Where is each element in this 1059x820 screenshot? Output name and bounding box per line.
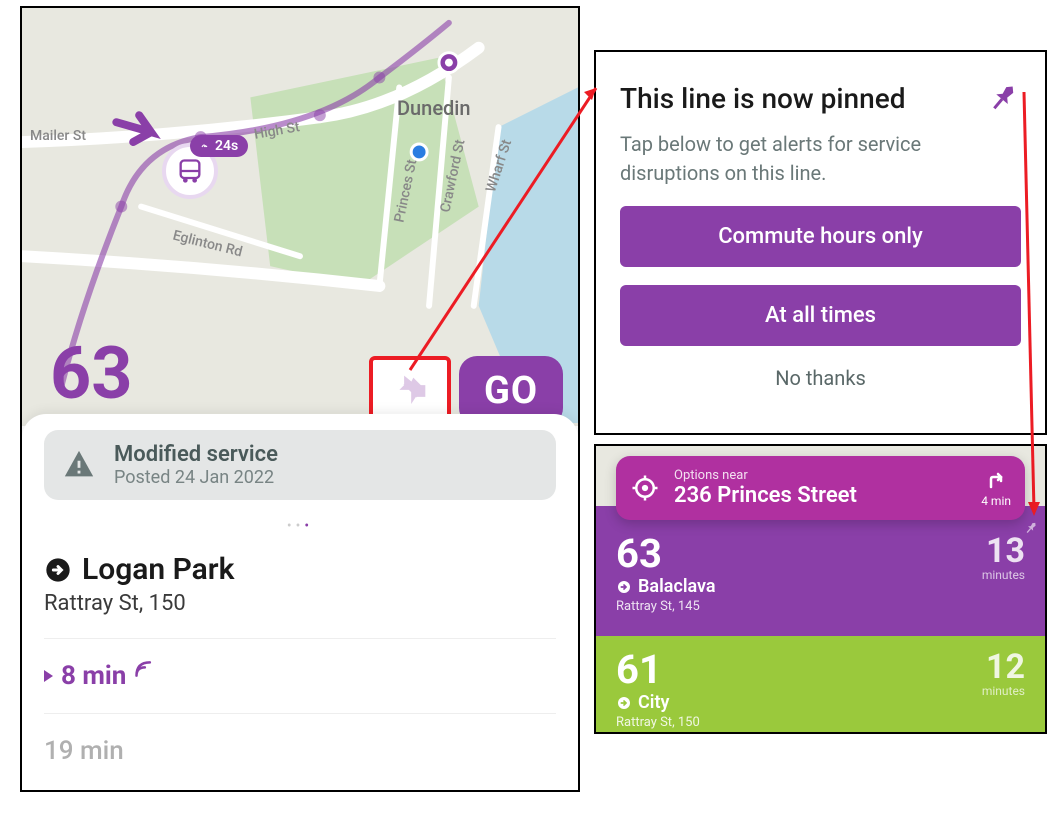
map-area-label: Dunedin xyxy=(397,96,471,120)
line-eta-unit: minutes xyxy=(982,684,1025,698)
transit-line-screen: Dunedin Mailer St High St Eglinton Rd Pr… xyxy=(20,6,580,792)
line-card-63[interactable]: 63 Balaclava Rattray St, 145 13 minutes xyxy=(596,506,1045,636)
crosshair-icon xyxy=(630,473,660,503)
line-number: 63 xyxy=(616,534,716,574)
line-stop: Rattray St, 150 xyxy=(616,715,700,730)
pinned-confirmation-dialog: This line is now pinned Tap below to get… xyxy=(594,50,1047,435)
destination-stop: Rattray St, 150 xyxy=(44,591,556,616)
pin-icon xyxy=(1023,520,1039,536)
arrow-circle-icon xyxy=(616,579,632,595)
map[interactable]: Dunedin Mailer St High St Eglinton Rd Pr… xyxy=(22,8,578,426)
dialog-title: This line is now pinned xyxy=(620,82,905,115)
no-thanks-link[interactable]: No thanks xyxy=(620,366,1021,390)
destination-row: Logan Park xyxy=(44,552,556,587)
warning-icon xyxy=(62,448,96,482)
divider xyxy=(44,713,556,714)
walk-time: 4 min xyxy=(981,468,1011,508)
all-times-button[interactable]: At all times xyxy=(620,285,1021,346)
alert-posted: Posted 24 Jan 2022 xyxy=(114,467,278,488)
destination-name: Logan Park xyxy=(82,552,234,587)
dialog-subtitle: Tap below to get alerts for service disr… xyxy=(620,130,1021,188)
line-destination: Balaclava xyxy=(616,576,716,597)
live-signal-icon xyxy=(134,659,154,679)
line-eta: 13 xyxy=(982,534,1025,568)
line-number: 61 xyxy=(616,650,700,690)
location-search-bar[interactable]: Options near 236 Princes Street 4 min xyxy=(616,456,1025,520)
bus-eta-badge: 24s xyxy=(190,135,248,157)
caret-icon xyxy=(44,670,53,682)
bus-marker[interactable]: 24s xyxy=(162,143,218,199)
divider xyxy=(44,638,556,639)
service-alert-banner[interactable]: Modified service Posted 24 Jan 2022 xyxy=(44,430,556,500)
arrival-next[interactable]: 8 min xyxy=(44,661,556,691)
commute-hours-button[interactable]: Commute hours only xyxy=(620,206,1021,267)
alert-title: Modified service xyxy=(114,442,278,467)
nearby-lines-screen: 63 Balaclava Rattray St, 145 13 minutes … xyxy=(594,444,1047,734)
search-label: Options near xyxy=(674,468,967,483)
line-stop: Rattray St, 145 xyxy=(616,599,716,614)
arrival-after[interactable]: 19 min xyxy=(44,736,556,766)
pin-icon xyxy=(985,80,1021,116)
arrow-circle-icon xyxy=(44,556,72,584)
line-card-61[interactable]: 61 City Rattray St, 150 12 minutes xyxy=(596,636,1045,732)
arrow-circle-icon xyxy=(616,695,632,711)
line-number: 63 xyxy=(50,331,133,416)
line-eta: 12 xyxy=(982,650,1025,684)
search-value: 236 Princes Street xyxy=(674,483,967,508)
pin-icon xyxy=(390,371,430,411)
street-label: Mailer St xyxy=(30,128,86,144)
line-detail-card: Modified service Posted 24 Jan 2022 ••• … xyxy=(22,414,578,792)
line-eta-unit: minutes xyxy=(982,568,1025,582)
pager-dots[interactable]: ••• xyxy=(44,518,556,534)
line-destination: City xyxy=(616,692,700,713)
directions-icon xyxy=(984,468,1008,492)
